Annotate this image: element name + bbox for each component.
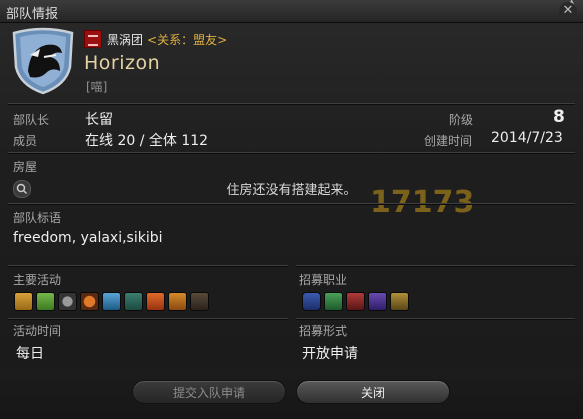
hardcore-icon [80, 292, 99, 311]
trials-icon [146, 292, 165, 311]
recruitment-value: 开放申请 [302, 346, 358, 362]
recruit-roles-icon-row [302, 292, 412, 312]
divider [296, 318, 575, 319]
created-label: 创建时间 [424, 134, 473, 148]
divider [8, 203, 575, 204]
role-playing-icon [14, 292, 33, 311]
relation-status: <关系：盟友> [147, 32, 228, 47]
relationship-line: 黑涡团 <关系：盟友> [84, 30, 227, 48]
divider [8, 265, 288, 266]
site-watermark: 17173 [370, 185, 474, 220]
leader-value[interactable]: 长留 [85, 109, 113, 129]
leveling-icon [36, 292, 55, 311]
active-time-value: 每日 [16, 346, 44, 362]
guildhests-icon [124, 292, 143, 311]
divider [296, 265, 575, 266]
close-button[interactable]: 关闭 [296, 380, 450, 404]
casual-icon [58, 292, 77, 311]
crafter-gatherer-icon [390, 292, 409, 311]
window-title: 部队情报 [6, 7, 59, 22]
company-name: Horizon [84, 52, 161, 74]
divider [8, 103, 575, 104]
members-value: 在线 20 / 全体 112 [85, 133, 209, 149]
healer-icon [324, 292, 343, 311]
grand-company-icon [84, 30, 102, 48]
tank-icon [302, 292, 321, 311]
rank-value: 8 [553, 107, 565, 127]
company-crest [12, 27, 74, 95]
divider [8, 152, 575, 153]
rank-label: 阶级 [449, 113, 474, 127]
activities-icon-row [14, 292, 212, 312]
free-company-window: 部队情报 ▲ ✕ 黑涡团 <关系：盟友> Horizon [喵] 部队长 长留 … [0, 0, 583, 419]
relation-company-name: 黑涡团 [107, 32, 144, 47]
pvp-icon [190, 292, 209, 311]
ranged-dps-icon [368, 292, 387, 311]
slogan-text: freedom, yalaxi,sikibi [13, 230, 163, 246]
activities-label: 主要活动 [13, 273, 62, 287]
housing-message: 住房还没有搭建起来。 [226, 183, 357, 198]
recruit-roles-label: 招募职业 [299, 273, 348, 287]
title-bar[interactable]: 部队情报 ▲ ✕ [0, 0, 583, 23]
members-label: 成员 [13, 134, 38, 148]
raids-icon [168, 292, 187, 311]
bottom-bar [0, 370, 583, 419]
divider [8, 318, 288, 319]
housing-label: 房屋 [13, 160, 38, 174]
melee-dps-icon [346, 292, 365, 311]
leader-label: 部队长 [13, 113, 50, 127]
active-time-label: 活动时间 [13, 324, 62, 338]
slogan-label: 部队标语 [13, 211, 62, 225]
company-tag: [喵] [86, 80, 108, 94]
dungeons-icon [102, 292, 121, 311]
created-value: 2014/7/23 [491, 130, 563, 146]
apply-to-join-button[interactable]: 提交入队申请 [132, 380, 286, 404]
recruitment-label: 招募形式 [299, 324, 348, 338]
close-window-icon[interactable]: ✕ [559, 2, 577, 20]
